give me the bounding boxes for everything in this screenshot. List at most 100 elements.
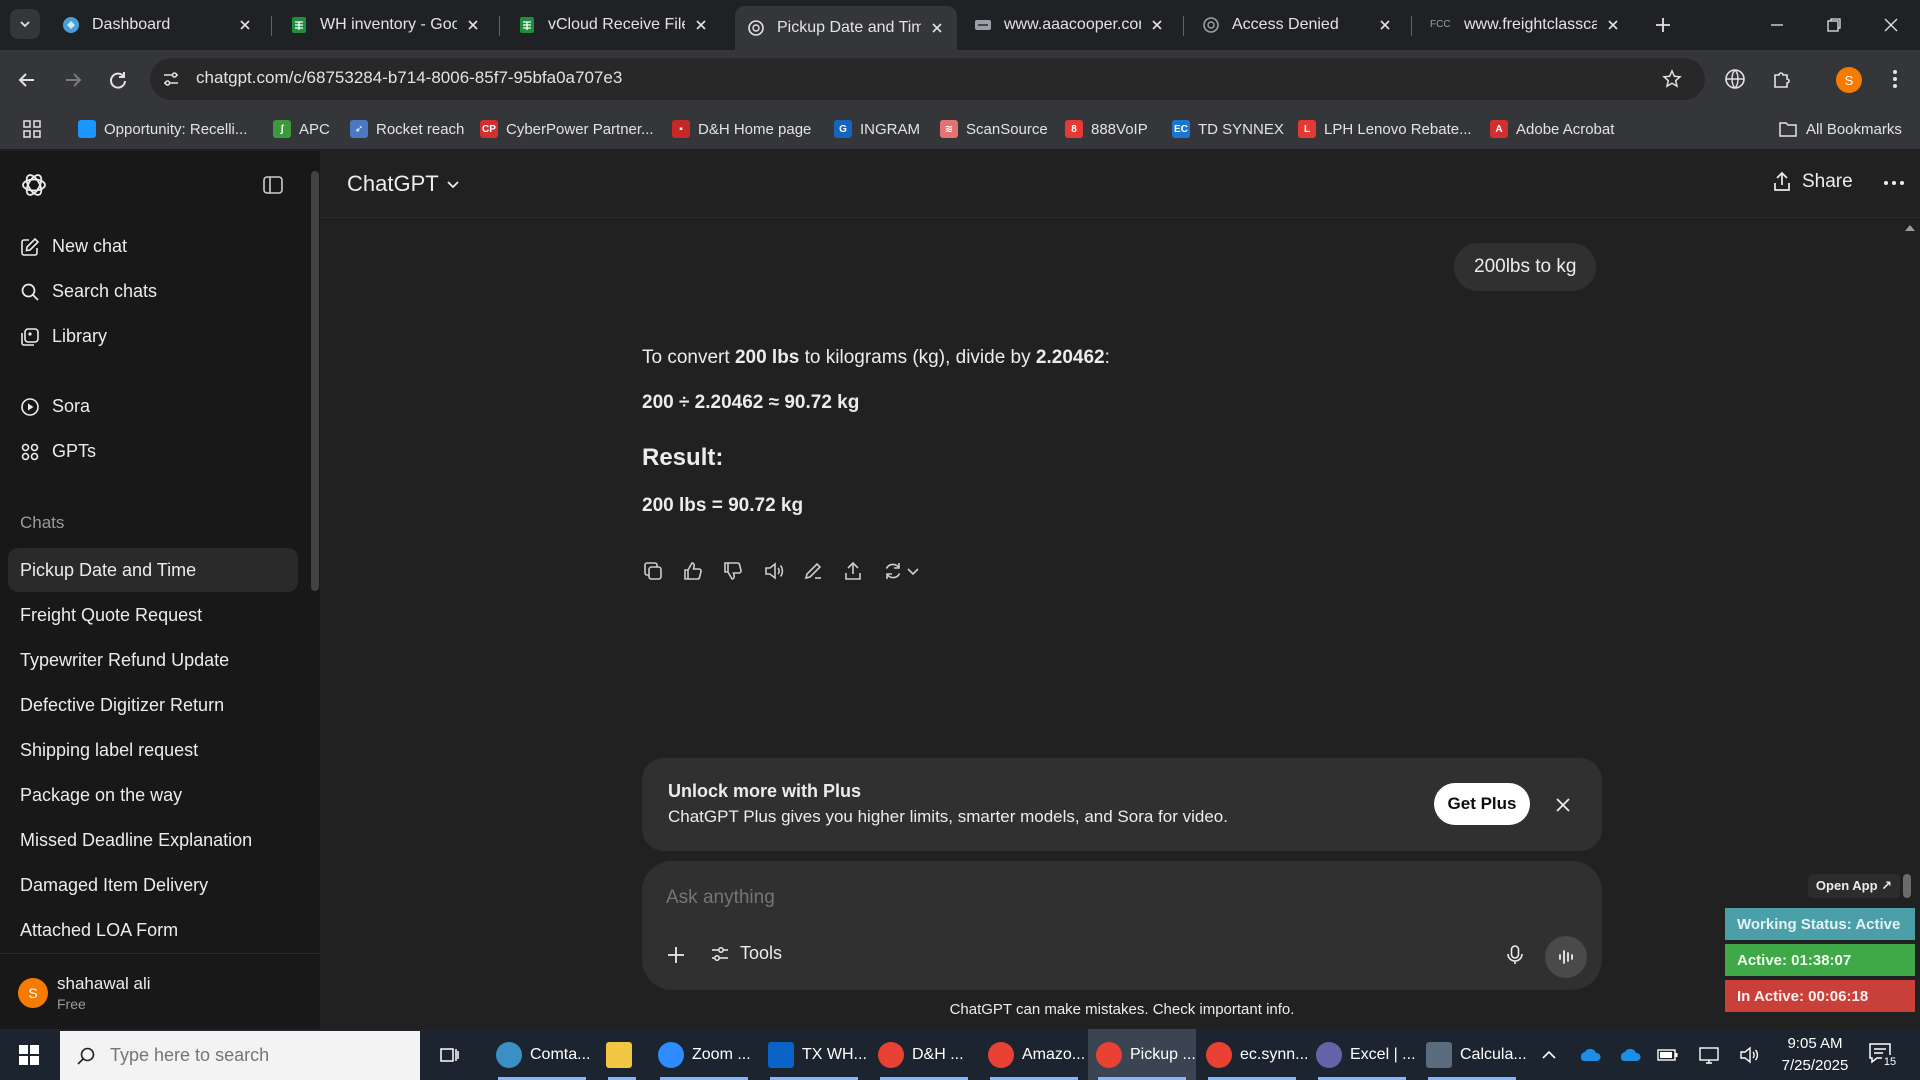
chat-history-item[interactable]: Pickup Date and Time [8, 548, 298, 592]
gpts-button[interactable]: GPTs [20, 441, 96, 462]
user-profile[interactable]: S shahawal ali Free [0, 953, 320, 1029]
close-icon[interactable] [237, 17, 253, 33]
taskbar-app[interactable]: Calcula... [1418, 1029, 1527, 1080]
chat-history-item[interactable]: Freight Quote Request [8, 593, 298, 637]
volume-icon[interactable] [1738, 1045, 1760, 1065]
more-horizontal-icon[interactable] [1883, 179, 1905, 187]
windows-start-icon[interactable] [19, 1045, 39, 1065]
close-icon[interactable] [465, 17, 481, 33]
onedrive-icon[interactable] [1617, 1047, 1641, 1063]
close-icon[interactable] [1554, 796, 1572, 814]
bookmark-item[interactable]: Opportunity: Recelli... [78, 116, 247, 142]
taskbar-app[interactable] [598, 1029, 646, 1080]
taskbar-app[interactable]: TX WH... [760, 1029, 868, 1080]
network-icon[interactable] [1698, 1045, 1720, 1065]
chat-history-item[interactable]: Damaged Item Delivery [8, 863, 298, 907]
edit-canvas-icon[interactable] [802, 560, 824, 582]
chat-history-item[interactable]: Defective Digitizer Return [8, 683, 298, 727]
taskbar-search[interactable] [60, 1031, 420, 1080]
tab-dashboard[interactable]: Dashboard [50, 8, 265, 42]
prompt-input[interactable] [666, 881, 1546, 915]
taskbar-app[interactable]: Comta... [488, 1029, 596, 1080]
translate-globe-icon[interactable] [1724, 68, 1746, 90]
bookmark-item[interactable]: ʃ APC [273, 116, 330, 142]
read-aloud-icon[interactable] [762, 560, 784, 582]
sidebar-scrollbar[interactable] [311, 171, 319, 591]
new-tab-icon[interactable] [1653, 15, 1673, 35]
openai-logo-icon[interactable] [20, 171, 48, 199]
tools-button[interactable]: Tools [710, 943, 782, 964]
site-settings-icon[interactable] [162, 70, 180, 88]
open-app-link[interactable]: Open App ↗ [1808, 874, 1900, 898]
get-plus-button[interactable]: Get Plus [1434, 783, 1530, 825]
bookmark-item[interactable]: ≋ ScanSource [940, 116, 1048, 142]
chat-history-item[interactable]: Package on the way [8, 773, 298, 817]
tab-search-button[interactable] [10, 9, 40, 39]
scroll-up-icon[interactable] [1904, 223, 1916, 233]
reload-icon[interactable] [107, 69, 129, 91]
share-upload-icon[interactable] [842, 560, 864, 582]
bookmark-item[interactable]: EC TD SYNNEX [1172, 116, 1284, 142]
microphone-icon[interactable] [1504, 944, 1526, 966]
chat-history-item[interactable]: Missed Deadline Explanation [8, 818, 298, 862]
chat-history-item[interactable]: Typewriter Refund Update [8, 638, 298, 682]
task-view-icon[interactable] [438, 1044, 460, 1066]
thumbs-down-icon[interactable] [722, 560, 744, 582]
chevron-up-icon[interactable] [1541, 1048, 1557, 1062]
sidebar-toggle-icon[interactable] [262, 174, 284, 196]
bookmark-item[interactable]: A Adobe Acrobat [1490, 116, 1614, 142]
minimize-icon[interactable] [1768, 16, 1786, 34]
close-icon[interactable] [693, 17, 709, 33]
battery-icon[interactable] [1657, 1047, 1679, 1063]
tab-aaacooper[interactable]: www.aaacooper.com [962, 8, 1177, 42]
taskbar-app[interactable]: Amazo... [980, 1029, 1088, 1080]
bookmark-item[interactable]: 8 888VoIP [1065, 116, 1148, 142]
notification-center[interactable]: 15 [1868, 1041, 1900, 1071]
chat-history-item[interactable]: Attached LOA Form [8, 908, 298, 952]
forward-arrow-icon[interactable] [62, 69, 84, 91]
tab-pickup-date[interactable]: Pickup Date and Tim [735, 6, 957, 50]
taskbar-search-input[interactable] [110, 1045, 410, 1066]
taskbar-app[interactable]: ec.synn... [1198, 1029, 1308, 1080]
model-selector[interactable]: ChatGPT [347, 171, 461, 197]
extensions-puzzle-icon[interactable] [1771, 68, 1793, 90]
tab-access-denied[interactable]: Access Denied [1190, 8, 1405, 42]
onedrive-icon[interactable] [1577, 1047, 1601, 1063]
taskbar-app[interactable]: Pickup ... [1088, 1029, 1196, 1080]
search-chats-button[interactable]: Search chats [20, 281, 157, 302]
share-button[interactable]: Share [1772, 171, 1853, 193]
close-icon[interactable] [1605, 17, 1621, 33]
back-arrow-icon[interactable] [16, 69, 38, 91]
tab-vcloud[interactable]: vCloud Receive File - [506, 8, 721, 42]
plus-icon[interactable] [665, 944, 687, 966]
copy-icon[interactable] [642, 560, 664, 582]
close-icon[interactable] [929, 20, 945, 36]
restore-icon[interactable] [1825, 16, 1843, 34]
bookmark-item[interactable]: CP CyberPower Partner... [480, 116, 654, 142]
taskbar-app[interactable]: Zoom ... [650, 1029, 758, 1080]
close-icon[interactable] [1377, 17, 1393, 33]
all-bookmarks[interactable]: All Bookmarks [1778, 116, 1902, 142]
regenerate-icon[interactable] [882, 560, 904, 582]
bookmark-item[interactable]: ▪ D&H Home page [672, 116, 811, 142]
close-window-icon[interactable] [1882, 16, 1900, 34]
tab-freightclass[interactable]: FCC www.freightclasscalc [1418, 8, 1633, 42]
more-vertical-icon[interactable] [1884, 68, 1906, 90]
thumbs-up-icon[interactable] [682, 560, 704, 582]
chevron-down-icon[interactable] [906, 564, 920, 578]
taskbar-app[interactable]: D&H ... [870, 1029, 978, 1080]
bookmark-item[interactable]: L LPH Lenovo Rebate... [1298, 116, 1472, 142]
system-clock[interactable]: 9:05 AM 7/25/2025 [1774, 1033, 1856, 1077]
new-chat-button[interactable]: New chat [20, 236, 127, 257]
bookmark-item[interactable]: ➶ Rocket reach [350, 116, 464, 142]
voice-mode-button[interactable] [1545, 936, 1587, 978]
address-text[interactable]: chatgpt.com/c/68753284-b714-8006-85f7-95… [196, 68, 622, 88]
library-button[interactable]: Library [20, 326, 107, 347]
widget-scrollbar[interactable] [1903, 874, 1911, 898]
tab-wh-inventory[interactable]: WH inventory - Goog [278, 8, 493, 42]
taskbar-app[interactable]: Excel | ... [1308, 1029, 1416, 1080]
bookmark-star-icon[interactable] [1662, 69, 1682, 89]
profile-avatar[interactable]: S [1836, 67, 1862, 93]
apps-grid-icon[interactable] [22, 119, 42, 139]
address-bar[interactable]: chatgpt.com/c/68753284-b714-8006-85f7-95… [150, 58, 1705, 100]
